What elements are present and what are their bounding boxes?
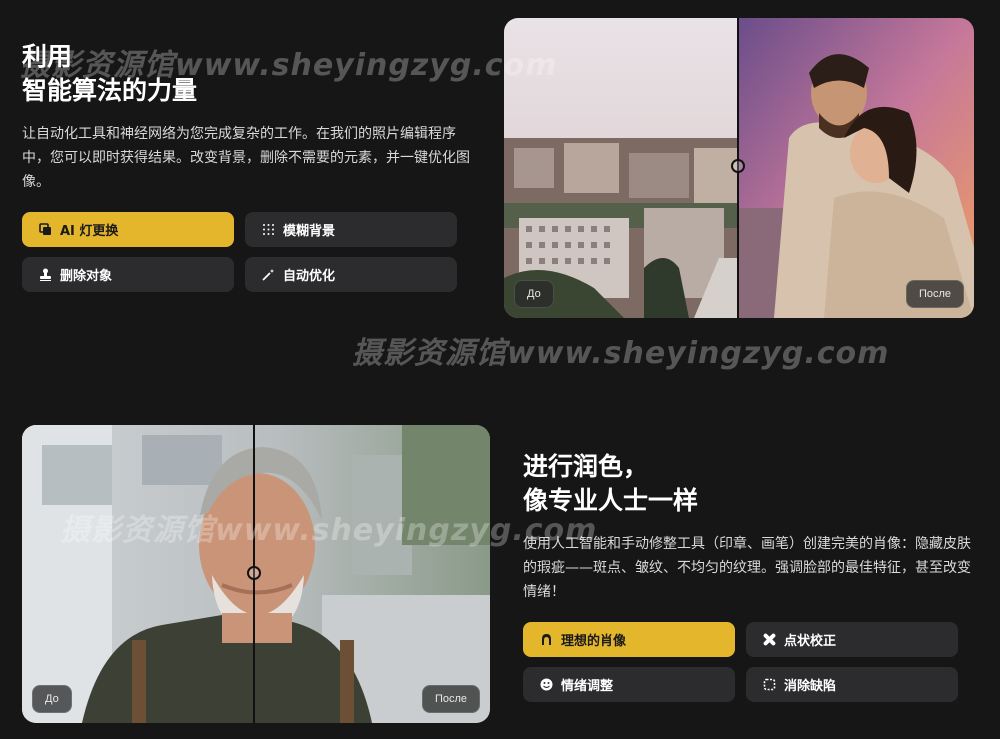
- after-label: После: [905, 280, 964, 308]
- spot-correction-button[interactable]: 点状校正: [746, 622, 958, 657]
- smiley-icon: [539, 678, 553, 692]
- auto-optimize-button[interactable]: 自动优化: [245, 257, 457, 292]
- button-label: 删除对象: [60, 269, 113, 284]
- layers-icon: [38, 223, 52, 237]
- remove-object-button[interactable]: 删除对象: [22, 257, 234, 292]
- button-label: AI 灯更换: [60, 224, 119, 239]
- bandage-icon: [762, 633, 776, 647]
- button-label: 模糊背景: [283, 224, 336, 239]
- watermark: 摄影资源馆www.sheyingzyg.com: [20, 48, 558, 83]
- remove-defects-button[interactable]: 消除缺陷: [746, 667, 958, 702]
- feature-buttons: 理想的肖像 点状校正 情绪调整 消除缺陷: [523, 622, 973, 702]
- section-retouch: 进行润色， 像专业人士一样 使用人工智能和手动修整工具（印章、画笔）创建完美的肖…: [523, 450, 973, 702]
- ai-light-change-button[interactable]: AI 灯更换: [22, 212, 234, 247]
- dots-grid-icon: [261, 223, 275, 237]
- magic-wand-icon: [261, 268, 275, 282]
- before-after-photo-portrait: До После: [22, 425, 490, 723]
- title-line-1: 进行润色，: [523, 452, 649, 481]
- button-label: 情绪调整: [561, 679, 614, 694]
- button-label: 理想的肖像: [561, 634, 627, 649]
- comparison-handle[interactable]: [731, 159, 745, 173]
- person-icon: [539, 633, 553, 647]
- comparison-handle[interactable]: [247, 566, 261, 580]
- before-label: До: [32, 685, 72, 713]
- before-after-photo-couple: До После: [504, 18, 974, 318]
- mood-adjust-button[interactable]: 情绪调整: [523, 667, 735, 702]
- selection-icon: [762, 678, 776, 692]
- section-description: 让自动化工具和神经网络为您完成复杂的工作。在我们的照片编辑程序中，您可以即时获得…: [22, 126, 470, 190]
- ideal-portrait-button[interactable]: 理想的肖像: [523, 622, 735, 657]
- before-label: До: [514, 280, 554, 308]
- stamp-icon: [38, 268, 52, 282]
- watermark: 摄影资源馆www.sheyingzyg.com: [60, 513, 598, 548]
- feature-buttons: AI 灯更换 模糊背景 删除对象 自动优化: [22, 212, 472, 292]
- blur-background-button[interactable]: 模糊背景: [245, 212, 457, 247]
- button-label: 自动优化: [283, 269, 336, 284]
- button-label: 点状校正: [784, 634, 837, 649]
- button-label: 消除缺陷: [784, 679, 837, 694]
- after-label: После: [421, 685, 480, 713]
- watermark: 摄影资源馆www.sheyingzyg.com: [352, 336, 890, 371]
